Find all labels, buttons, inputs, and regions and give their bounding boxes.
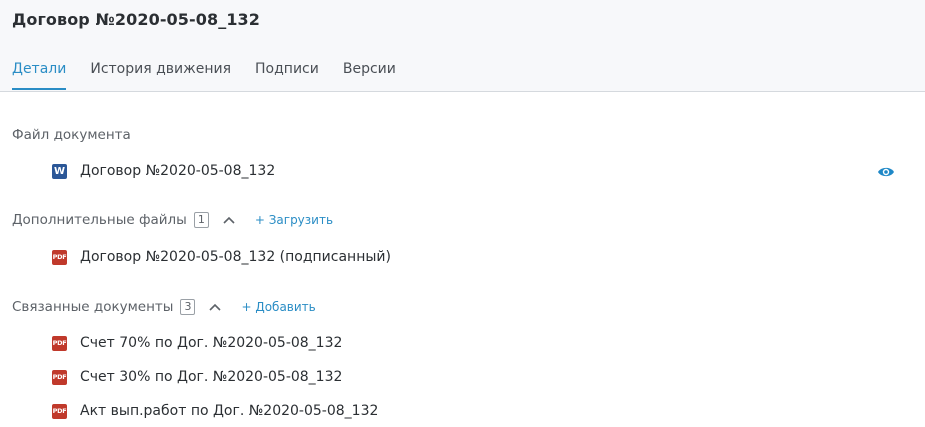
upload-button[interactable]: + Загрузить: [255, 213, 333, 227]
header: Договор №2020-05-08_132 Детали История д…: [0, 0, 925, 92]
tab-movement-history[interactable]: История движения: [90, 61, 231, 90]
pdf-icon: PDF: [52, 403, 67, 419]
related-documents-label: Связанные документы: [12, 299, 174, 315]
chevron-up-icon[interactable]: [209, 302, 222, 312]
related-document-row[interactable]: PDF Счет 30% по Дог. №2020-05-08_132: [52, 369, 342, 385]
related-documents-count-badge: 3: [180, 299, 196, 315]
additional-files-count-badge: 1: [193, 212, 209, 228]
related-documents-section-title: Связанные документы 3 + Добавить: [12, 299, 316, 315]
tab-bar: Детали История движения Подписи Версии: [12, 61, 420, 91]
chevron-up-icon[interactable]: [223, 215, 235, 225]
document-card: Договор №2020-05-08_132 Детали История д…: [0, 0, 925, 427]
eye-icon[interactable]: [877, 164, 895, 178]
document-file-label: Файл документа: [12, 127, 131, 143]
related-document-name[interactable]: Счет 70% по Дог. №2020-05-08_132: [80, 335, 342, 351]
pdf-icon: PDF: [52, 335, 67, 351]
related-document-row[interactable]: PDF Счет 70% по Дог. №2020-05-08_132: [52, 335, 342, 351]
document-file-name[interactable]: Договор №2020-05-08_132: [80, 163, 275, 179]
add-related-document-button[interactable]: + Добавить: [241, 300, 315, 314]
related-document-name[interactable]: Акт вып.работ по Дог. №2020-05-08_132: [80, 403, 378, 419]
additional-file-row[interactable]: PDF Договор №2020-05-08_132 (подписанный…: [52, 249, 391, 265]
tab-details[interactable]: Детали: [12, 61, 67, 90]
tab-signatures[interactable]: Подписи: [255, 61, 319, 90]
page-title: Договор №2020-05-08_132: [12, 10, 261, 29]
related-document-row[interactable]: PDF Акт вып.работ по Дог. №2020-05-08_13…: [52, 403, 378, 419]
document-file-section-title: Файл документа: [12, 127, 131, 143]
additional-files-section-title: Дополнительные файлы 1 + Загрузить: [12, 212, 333, 228]
related-document-name[interactable]: Счет 30% по Дог. №2020-05-08_132: [80, 369, 342, 385]
pdf-icon: PDF: [52, 369, 67, 385]
additional-file-name[interactable]: Договор №2020-05-08_132 (подписанный): [80, 249, 391, 265]
pdf-icon: PDF: [52, 249, 67, 265]
word-icon: W: [52, 163, 67, 179]
tab-versions[interactable]: Версии: [343, 61, 396, 90]
document-file-row[interactable]: W Договор №2020-05-08_132: [52, 163, 275, 179]
additional-files-label: Дополнительные файлы: [12, 212, 187, 228]
